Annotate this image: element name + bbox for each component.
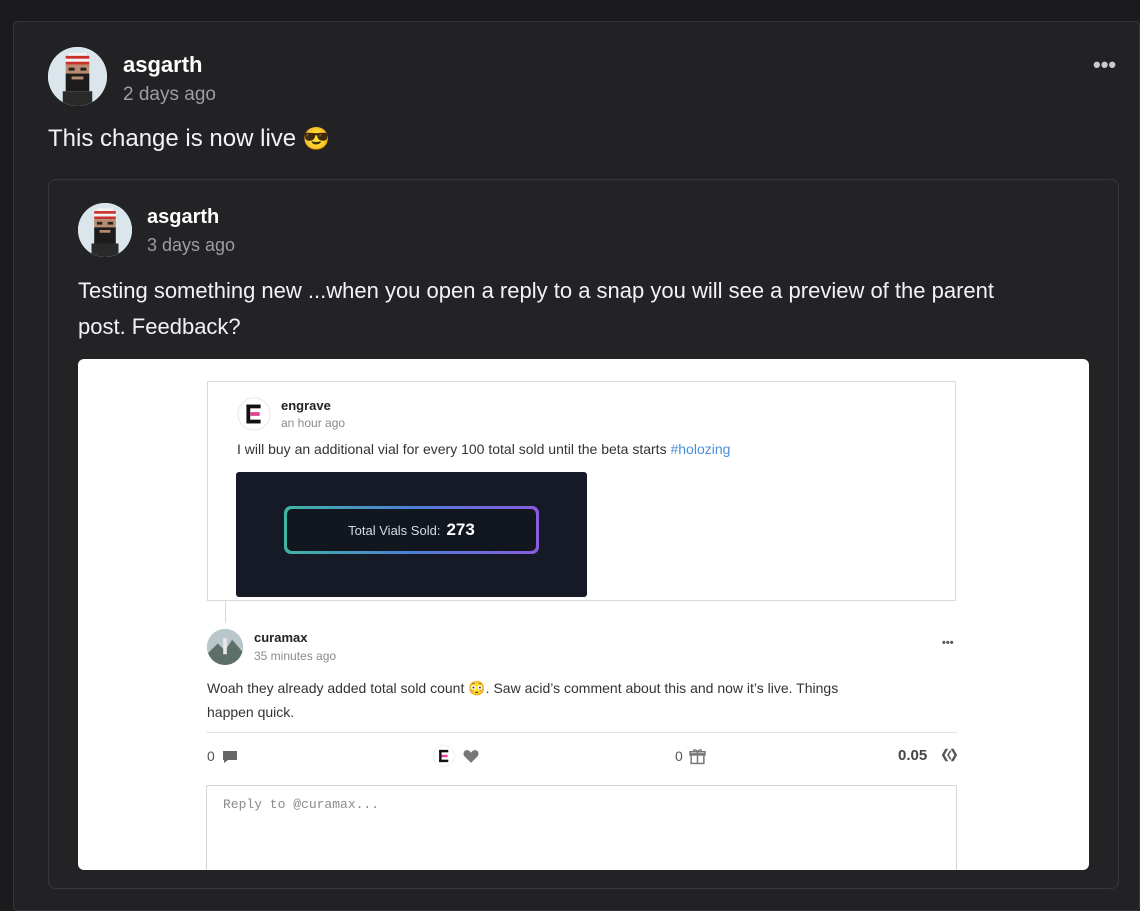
reply-input[interactable] (221, 796, 925, 813)
reply-timestamp: 35 minutes ago (254, 649, 337, 663)
comment-icon (223, 751, 237, 763)
parent-timestamp: an hour ago (281, 416, 346, 430)
hive-icon (941, 748, 958, 762)
parent-username: engrave (281, 398, 331, 413)
payout-value: 0.05 (898, 747, 928, 764)
vial-counter-frame: Total Vials Sold: 273 (284, 506, 539, 554)
vial-counter: Total Vials Sold: 273 (287, 509, 536, 551)
comment-count: 0 (207, 748, 215, 764)
avatar (207, 629, 243, 665)
quoted-timestamp[interactable]: 3 days ago (147, 235, 235, 256)
quoted-body-line: post. Feedback? (78, 314, 241, 339)
landscape-avatar-icon (207, 629, 243, 665)
post-timestamp[interactable]: 2 days ago (123, 84, 216, 106)
vial-counter-image: Total Vials Sold: 273 (236, 472, 587, 597)
hashtag-link: #holozing (670, 441, 731, 457)
gift-icon (689, 749, 706, 765)
quoted-snap[interactable]: asgarth 3 days ago Testing something new… (48, 179, 1119, 889)
post-username[interactable]: asgarth (123, 52, 202, 78)
parent-post-preview: engrave an hour ago I will buy an additi… (207, 381, 956, 601)
parent-text-body: I will buy an additional vial for every … (237, 441, 671, 457)
reply-input-box[interactable] (206, 785, 957, 870)
vial-value: 273 (446, 520, 475, 539)
engrave-logo-icon (237, 397, 271, 431)
parent-text: I will buy an additional vial for every … (237, 441, 730, 457)
reply-more-icon: ••• (942, 637, 954, 649)
reply-text: Woah they already added total sold count… (207, 676, 838, 724)
quoted-body-line: Testing something new ...when you open a… (78, 278, 994, 303)
gift-count: 0 (675, 748, 683, 764)
engrave-logo-icon (433, 745, 455, 767)
sunglasses-emoji: 😎 (302, 126, 331, 151)
reply-username: curamax (254, 630, 308, 645)
post-body: This change is now live 😎 (48, 125, 330, 153)
reply-text-line: happen quick. (207, 704, 295, 720)
vial-label: Total Vials Sold: (348, 522, 441, 538)
snap-card: asgarth 2 days ago ••• This change is no… (13, 21, 1140, 911)
quoted-username[interactable]: asgarth (147, 206, 219, 229)
thread-line (225, 601, 226, 623)
post-body-text: This change is now live (48, 125, 297, 152)
more-options-icon[interactable]: ••• (1093, 54, 1116, 76)
reply-text-line: Woah they already added total sold count… (207, 680, 839, 696)
pixel-avatar-icon (78, 203, 132, 257)
avatar[interactable] (48, 47, 107, 106)
pixel-avatar-icon (48, 47, 107, 106)
screenshot-content: engrave an hour ago I will buy an additi… (87, 367, 1076, 870)
divider (206, 732, 957, 733)
avatar[interactable] (78, 203, 132, 257)
heart-icon (463, 750, 479, 763)
attached-image[interactable]: engrave an hour ago I will buy an additi… (78, 359, 1089, 870)
quoted-body: Testing something new ...when you open a… (78, 273, 994, 345)
